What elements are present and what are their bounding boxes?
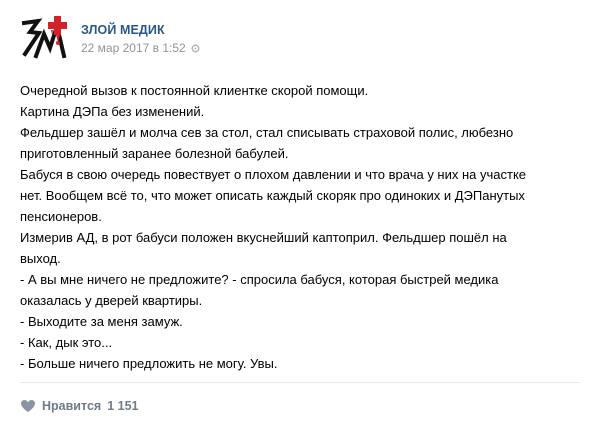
post-date[interactable]: 22 мар 2017 в 1:52	[81, 41, 186, 55]
post-author[interactable]: ЗЛОЙ МЕДИК	[81, 23, 165, 37]
post-divider	[20, 382, 580, 383]
post-text-line: - Как, дык это...	[20, 335, 113, 350]
post-meta: 22 мар 2017 в 1:52	[81, 41, 200, 55]
like-count: 1 151	[107, 399, 139, 413]
post-text-line: оказалась у дверей квартиры.	[20, 293, 203, 308]
post-text-line: выход.	[20, 251, 61, 266]
post-text-line: приготовленный заранее болезной бабулей.	[20, 146, 289, 161]
post-text-line: нет. Вообщем всё то, что может описать к…	[20, 188, 525, 203]
post-text-line: - Выходите за меня замуж.	[20, 314, 183, 329]
post-text-line: Фельдшер зашёл и молча сев за стол, стал…	[20, 125, 514, 140]
zloy-medik-logo-icon	[21, 16, 67, 59]
post-text-line: Бабуся в свою очередь повествует о плохо…	[20, 167, 527, 182]
post-text-line: пенсионеров.	[20, 209, 102, 224]
like-label: Нравится	[42, 399, 102, 413]
post-text-line: Картина ДЭПа без изменений.	[20, 104, 205, 119]
settings-gear-icon[interactable]	[191, 44, 200, 53]
post-text-line: Измерив АД, в рот бабуси положен вкусней…	[20, 230, 507, 245]
post-card: ЗЛОЙ МЕДИК 22 мар 2017 в 1:52 Очередной …	[0, 0, 600, 422]
post-text: Очередной вызов к постоянной клиентке ск…	[20, 80, 590, 374]
author-avatar[interactable]	[20, 14, 72, 62]
like-button[interactable]: Нравится 1 151	[20, 396, 138, 416]
heart-icon	[21, 400, 35, 412]
post-text-line: Очередной вызов к постоянной клиентке ск…	[20, 83, 369, 98]
post-text-line: - А вы мне ничего не предложите? - спрос…	[20, 272, 499, 287]
post-text-line: - Больше ничего предложить не могу. Увы.	[20, 356, 278, 371]
